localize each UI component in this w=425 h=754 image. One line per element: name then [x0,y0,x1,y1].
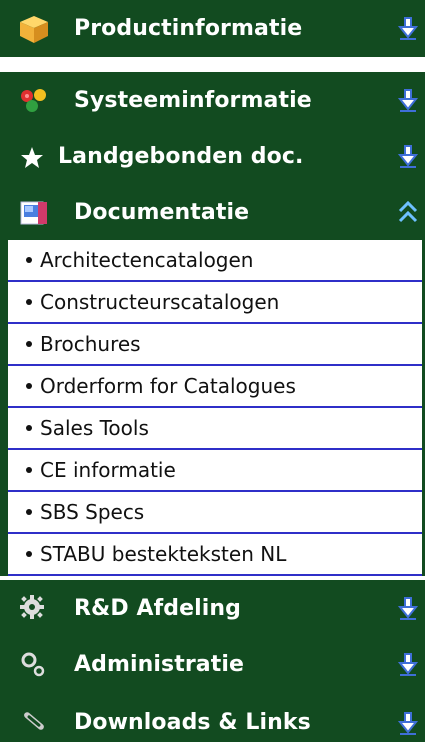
menu-section-rd-afdeling[interactable]: R&D Afdeling [0,580,425,637]
menu-section-administratie[interactable]: Administratie [0,636,425,693]
bullet-icon [26,340,32,347]
menu-section-documentatie[interactable]: Documentatie [0,184,425,241]
menu-section-label: Administratie [74,652,245,677]
menu-section-label: Landgebonden doc. [58,144,304,169]
expand-arrow-icon[interactable] [397,15,419,42]
submenu-item-stabu-bestekteksten[interactable]: STABU bestekteksten NL [8,534,422,576]
menu-section-downloads-links[interactable]: Downloads & Links [0,692,425,742]
menu-section-label: Systeeminformatie [74,88,312,113]
submenu-item-label: Orderform for Catalogues [40,374,296,398]
submenu-item-brochures[interactable]: Brochures [8,324,422,366]
menu-section-label: Productinformatie [74,16,303,41]
book-icon [20,201,47,225]
bullet-icon [26,466,32,473]
menu-section-systeeminformatie[interactable]: Systeeminformatie [0,72,425,129]
gear-icon [20,595,44,619]
menu-section-landgebonden-doc[interactable]: Landgebonden doc. [0,128,425,185]
bullet-icon [26,298,32,305]
documentatie-submenu: Architectencatalogen Constructeurscatalo… [0,240,425,576]
hearts-icon [21,89,46,112]
submenu-item-label: CE informatie [40,458,176,482]
submenu-item-ce-informatie[interactable]: CE informatie [8,450,422,492]
expand-arrow-icon[interactable] [397,87,419,114]
menu-section-label: Documentatie [74,200,250,225]
bullet-icon [26,382,32,389]
menu-section-productinformatie[interactable]: Productinformatie [0,0,425,57]
submenu-item-orderform[interactable]: Orderform for Catalogues [8,366,422,408]
menu-section-label: R&D Afdeling [74,596,242,621]
submenu-item-architectencatalogen[interactable]: Architectencatalogen [8,240,422,282]
submenu-item-label: Constructeurscatalogen [40,290,280,314]
submenu-item-label: Brochures [40,332,141,356]
bullet-icon [26,550,32,557]
gears-icon [21,652,45,677]
expand-arrow-icon[interactable] [397,710,419,737]
submenu-item-constructeurscatalogen[interactable]: Constructeurscatalogen [8,282,422,324]
box-icon [20,16,48,43]
submenu-item-label: SBS Specs [40,500,145,524]
submenu-item-label: Sales Tools [40,416,149,440]
paperclip-icon [24,712,44,730]
star-icon [21,147,43,168]
collapse-arrow-icon[interactable] [397,199,419,226]
bullet-icon [26,508,32,515]
expand-arrow-icon[interactable] [397,143,419,170]
bullet-icon [26,256,32,263]
expand-arrow-icon[interactable] [397,595,419,622]
bullet-icon [26,424,32,431]
side-menu: Productinformatie Systeeminformatie Land… [0,0,425,742]
submenu-item-label: Architectencatalogen [40,248,254,272]
submenu-item-label: STABU bestekteksten NL [40,542,287,566]
expand-arrow-icon[interactable] [397,651,419,678]
submenu-item-sales-tools[interactable]: Sales Tools [8,408,422,450]
menu-section-label: Downloads & Links [74,710,311,735]
submenu-item-sbs-specs[interactable]: SBS Specs [8,492,422,534]
